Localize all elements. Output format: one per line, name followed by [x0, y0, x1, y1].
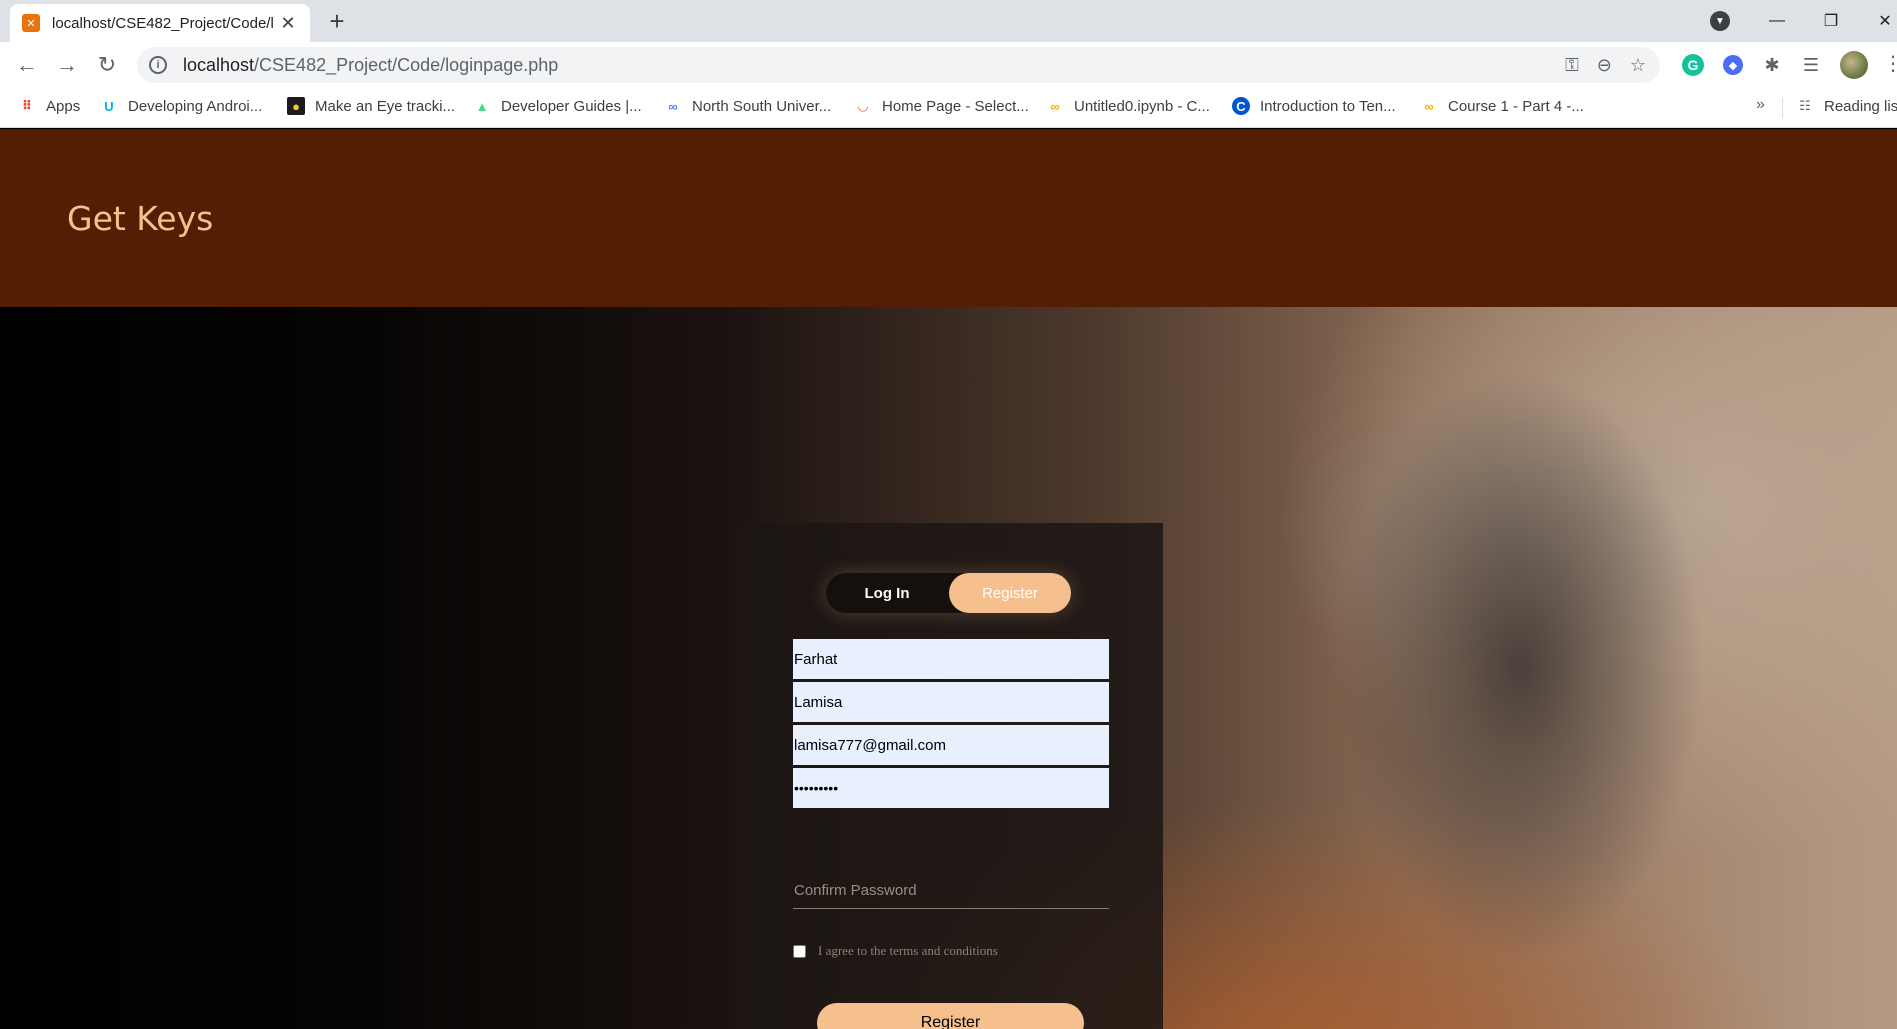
site-info-icon[interactable]: i: [149, 56, 167, 74]
close-tab-icon[interactable]: ✕: [278, 13, 298, 34]
address-bar[interactable]: i localhost/CSE482_Project/Code/loginpag…: [137, 47, 1660, 83]
terms-checkbox[interactable]: [793, 944, 806, 958]
bookmark-label: Make an Eye tracki...: [315, 97, 456, 115]
register-form-card: Log In Register Farhat Lamisa lamisa777@…: [737, 523, 1163, 1029]
terms-label: I agree to the terms and conditions: [818, 943, 998, 958]
reading-list-button[interactable]: ☷ Reading list: [1796, 97, 1897, 115]
bookmark-apps[interactable]: ⠿ Apps: [18, 97, 80, 115]
close-window-icon[interactable]: ✕: [1861, 0, 1897, 42]
email-input[interactable]: lamisa777@gmail.com: [793, 725, 1109, 765]
bookmarks-bar: ⠿ Apps U Developing Androi... ● Make an …: [0, 88, 1897, 128]
login-register-toggle: Log In Register: [826, 573, 1071, 613]
url-host: localhost: [183, 54, 255, 75]
instructables-icon: ●: [287, 97, 305, 115]
grammarly-icon[interactable]: G: [1682, 54, 1704, 76]
page-viewport: Get Keys Log In Register Farhat Lamisa l…: [0, 129, 1897, 1029]
restore-icon[interactable]: ❐: [1807, 0, 1855, 42]
last-name-input[interactable]: Lamisa: [793, 682, 1109, 722]
toggle-register-button[interactable]: Register: [949, 573, 1071, 613]
site-header: Get Keys: [0, 129, 1897, 307]
xampp-favicon-icon: ✕: [22, 14, 40, 32]
bookmark-star-icon[interactable]: ☆: [1630, 55, 1646, 76]
profile-avatar[interactable]: [1840, 51, 1868, 79]
password-input[interactable]: •••••••••: [793, 768, 1109, 808]
zoom-icon[interactable]: ⊖: [1597, 55, 1612, 76]
bookmark-label: Course 1 - Part 4 -...: [1448, 97, 1584, 115]
site-brand[interactable]: Get Keys: [67, 199, 213, 238]
new-tab-button[interactable]: +: [323, 8, 351, 34]
browser-toolbar: ← → ↻ i localhost/CSE482_Project/Code/lo…: [0, 42, 1897, 88]
bookmark-developer-guides[interactable]: ▲ Developer Guides |...: [473, 97, 642, 115]
minimize-icon[interactable]: —: [1753, 0, 1801, 42]
colab-icon: ∞: [668, 98, 678, 114]
bookmark-eye-tracking[interactable]: ● Make an Eye tracki...: [287, 97, 455, 115]
extension-blue-icon[interactable]: ◆: [1723, 55, 1743, 75]
bookmark-label: North South Univer...: [692, 97, 832, 115]
menu-kebab-icon[interactable]: ⋮: [1883, 54, 1897, 74]
bookmark-label: Untitled0.ipynb - C...: [1074, 97, 1210, 115]
back-arrow-icon[interactable]: ←: [13, 51, 41, 79]
bookmark-label: Home Page - Select...: [882, 97, 1029, 115]
bookmarks-overflow-button[interactable]: »: [1756, 96, 1765, 114]
bookmark-developing-android[interactable]: U Developing Androi...: [100, 97, 262, 115]
reload-icon[interactable]: ↻: [93, 51, 121, 79]
bookmark-north-south[interactable]: ∞ North South Univer...: [664, 97, 831, 115]
bookmarks-divider: [1782, 98, 1783, 118]
coursera-icon: C: [1232, 97, 1250, 115]
register-submit-button[interactable]: Register: [817, 1003, 1084, 1029]
udacity-icon: U: [104, 98, 114, 114]
android-icon: ▲: [475, 98, 489, 114]
key-icon[interactable]: ⚿: [1565, 55, 1579, 76]
url-path: /CSE482_Project/Code/loginpage.php: [254, 54, 559, 75]
colab-icon: ∞: [1050, 98, 1060, 114]
browser-tab-bar: ✕ localhost/CSE482_Project/Code/l ✕ + ▼ …: [0, 0, 1897, 42]
reading-list-label: Reading list: [1824, 97, 1897, 115]
bookmark-label: Introduction to Ten...: [1260, 97, 1396, 115]
hero-background: Log In Register Farhat Lamisa lamisa777@…: [0, 307, 1897, 1029]
reading-list-icon: ☷: [1799, 98, 1811, 113]
tab-title: localhost/CSE482_Project/Code/l: [52, 14, 274, 32]
select-icon: ◡: [858, 98, 868, 113]
bookmark-course1-part4[interactable]: ∞ Course 1 - Part 4 -...: [1420, 97, 1584, 115]
bookmark-label: Developer Guides |...: [501, 97, 642, 115]
bookmark-home-page[interactable]: ◡ Home Page - Select...: [854, 97, 1029, 115]
first-name-input[interactable]: Farhat: [793, 639, 1109, 679]
terms-row: I agree to the terms and conditions: [793, 943, 998, 959]
browser-tab[interactable]: ✕ localhost/CSE482_Project/Code/l ✕: [10, 4, 310, 42]
bookmark-intro-tensorflow[interactable]: C Introduction to Ten...: [1232, 97, 1396, 115]
bookmark-label: Apps: [46, 97, 81, 115]
forward-arrow-icon[interactable]: →: [53, 51, 81, 79]
tab-search-icon[interactable]: ▼: [1710, 11, 1730, 31]
bookmark-untitled0[interactable]: ∞ Untitled0.ipynb - C...: [1046, 97, 1210, 115]
confirm-password-input[interactable]: Confirm Password: [793, 873, 1109, 909]
toggle-login-button[interactable]: Log In: [826, 573, 948, 613]
colab-icon: ∞: [1424, 98, 1434, 114]
bookmark-label: Developing Androi...: [128, 97, 263, 115]
extensions-puzzle-icon[interactable]: ✱: [1759, 52, 1785, 78]
apps-grid-icon: ⠿: [21, 98, 33, 113]
media-queue-icon[interactable]: ☰: [1798, 52, 1824, 78]
